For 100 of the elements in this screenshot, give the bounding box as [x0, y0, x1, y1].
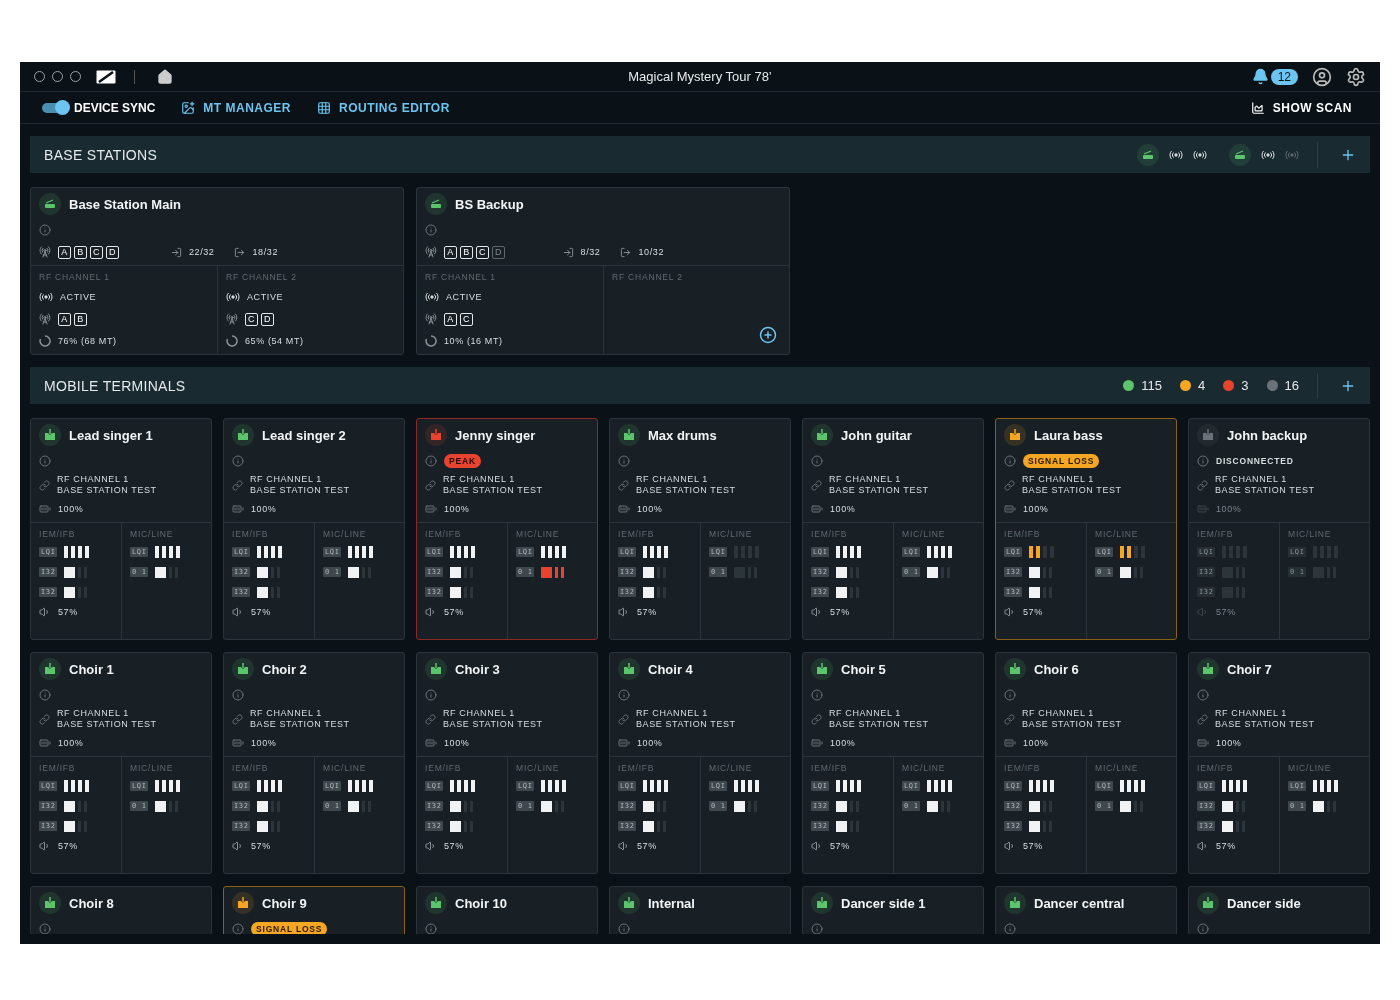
- terminal-name: John guitar: [841, 427, 912, 443]
- level-meter: [64, 586, 88, 598]
- battery-value: 100%: [1216, 504, 1242, 514]
- terminal-name: Choir 10: [455, 895, 507, 911]
- terminal-name: Choir 5: [841, 661, 886, 677]
- lqi-meter: [1222, 780, 1248, 792]
- battery-icon: [232, 737, 244, 749]
- channel-load: 10% (16 MT): [444, 336, 503, 346]
- terminal-icon: [1009, 663, 1021, 675]
- terminal-name: Choir 1: [69, 661, 114, 677]
- terminal-icon: [816, 897, 828, 909]
- channel-link: RF CHANNEL 1 BASE STATION TEST: [443, 708, 543, 730]
- terminal-card[interactable]: Dancer side 1: [802, 886, 984, 934]
- terminal-card[interactable]: Choir 8: [30, 886, 212, 934]
- signal-waves-icon: [1169, 149, 1183, 160]
- level-meter: [348, 800, 372, 812]
- info-icon[interactable]: [1004, 455, 1016, 467]
- level-meter: [155, 800, 179, 812]
- antenna-label: B: [74, 245, 87, 259]
- ring-icon: [425, 335, 437, 347]
- channel-link: RF CHANNEL 1 BASE STATION TEST: [57, 474, 157, 496]
- window-title: Magical Mystery Tour 78’: [628, 69, 772, 84]
- settings-icon[interactable]: [1346, 66, 1366, 87]
- logo-icon: [96, 69, 116, 84]
- info-icon[interactable]: [39, 689, 51, 701]
- station-icon: [430, 199, 442, 209]
- level-meter: [927, 800, 951, 812]
- nav-link[interactable]: MT MANAGER: [181, 100, 292, 115]
- battery-value: 100%: [58, 504, 84, 514]
- info-icon[interactable]: [1004, 923, 1016, 934]
- terminal-card[interactable]: Choir 10: [416, 886, 598, 934]
- info-icon[interactable]: [1197, 455, 1209, 467]
- status-badge: SIGNAL LOSS: [1023, 454, 1100, 468]
- info-icon[interactable]: [811, 455, 823, 467]
- channel-label: RF CHANNEL 1: [424, 272, 497, 282]
- info-icon[interactable]: [1197, 689, 1209, 701]
- bell-icon[interactable]: [1251, 68, 1269, 85]
- info-icon[interactable]: [232, 923, 244, 934]
- terminal-name: Jenny singer: [455, 427, 536, 443]
- lqi-meter: [1029, 780, 1055, 792]
- volume-value: 57%: [830, 607, 850, 617]
- volume-value: 57%: [637, 607, 657, 617]
- info-icon[interactable]: [39, 455, 51, 467]
- channel-link: RF CHANNEL 1 BASE STATION TEST: [829, 474, 929, 496]
- lqi-meter: [1029, 546, 1055, 558]
- lqi-meter: [155, 546, 181, 558]
- signal-waves-icon: [1261, 149, 1275, 160]
- link-icon: [1004, 713, 1015, 725]
- section-label: IEM/IFB: [1196, 529, 1235, 539]
- level-meter: [836, 800, 860, 812]
- battery-icon: [1197, 503, 1209, 515]
- info-icon[interactable]: [39, 224, 51, 236]
- info-icon[interactable]: [618, 455, 630, 467]
- channel-link: RF CHANNEL 1 BASE STATION TEST: [57, 708, 157, 730]
- info-icon[interactable]: [425, 224, 437, 236]
- channel-link: RF CHANNEL 1 BASE STATION TEST: [1215, 708, 1315, 730]
- info-icon[interactable]: [425, 455, 437, 467]
- home-icon[interactable]: [157, 68, 173, 85]
- terminal-card[interactable]: Dancer central: [995, 886, 1177, 934]
- section-label: MIC/LINE: [322, 529, 368, 539]
- user-icon[interactable]: [1312, 66, 1332, 87]
- device-sync-toggle[interactable]: DEVICE SYNC: [42, 100, 156, 115]
- level-meter: [64, 800, 88, 812]
- terminal-icon: [430, 897, 442, 909]
- base-station-card[interactable]: BS Backup A B C D 8/32 10/32 RF CHANNEL 1 ACTIVE A C 10% (16 MT) RF CHANNEL 2: [416, 187, 790, 355]
- status-badge: PEAK: [444, 454, 481, 468]
- battery-icon: [39, 503, 51, 515]
- channel-link: RF CHANNEL 1 BASE STATION TEST: [250, 708, 350, 730]
- info-icon[interactable]: [811, 689, 823, 701]
- battery-value: 100%: [637, 738, 663, 748]
- lqi-meter: [64, 780, 90, 792]
- terminal-card[interactable]: Choir 9 SIGNAL LOSS: [223, 886, 405, 934]
- info-icon[interactable]: [618, 923, 630, 934]
- section-label: MIC/LINE: [322, 763, 368, 773]
- info-icon[interactable]: [1004, 689, 1016, 701]
- terminal-card[interactable]: Dancer side: [1188, 886, 1370, 934]
- info-icon[interactable]: [232, 455, 244, 467]
- add-channel-button[interactable]: [759, 326, 777, 344]
- info-icon[interactable]: [1197, 923, 1209, 934]
- terminal-icon: [430, 429, 442, 441]
- info-icon[interactable]: [425, 923, 437, 934]
- terminal-name: Choir 4: [648, 661, 693, 677]
- info-icon[interactable]: [618, 689, 630, 701]
- terminal-name: Choir 6: [1034, 661, 1079, 677]
- info-icon[interactable]: [39, 923, 51, 934]
- lqi-meter: [1313, 780, 1339, 792]
- terminal-icon: [623, 897, 635, 909]
- level-meter: [836, 820, 860, 832]
- terminal-card[interactable]: Internal: [609, 886, 791, 934]
- info-icon[interactable]: [232, 689, 244, 701]
- battery-icon: [425, 737, 437, 749]
- terminal-icon: [623, 663, 635, 675]
- info-icon[interactable]: [425, 689, 437, 701]
- nav-link[interactable]: ROUTING EDITOR: [317, 100, 450, 115]
- info-icon[interactable]: [811, 923, 823, 934]
- show-scan-button[interactable]: SHOW SCAN: [1244, 99, 1358, 116]
- speaker-icon: [618, 840, 630, 852]
- base-station-card[interactable]: Base Station Main A B C D 22/32 18/32 RF CHANNEL 1 ACTIVE A B 76% (68 MT) RF CHANNEL 2 ACTIVE C D 65% (54 MT): [30, 187, 404, 355]
- volume-value: 57%: [1023, 841, 1043, 851]
- battery-icon: [1004, 503, 1016, 515]
